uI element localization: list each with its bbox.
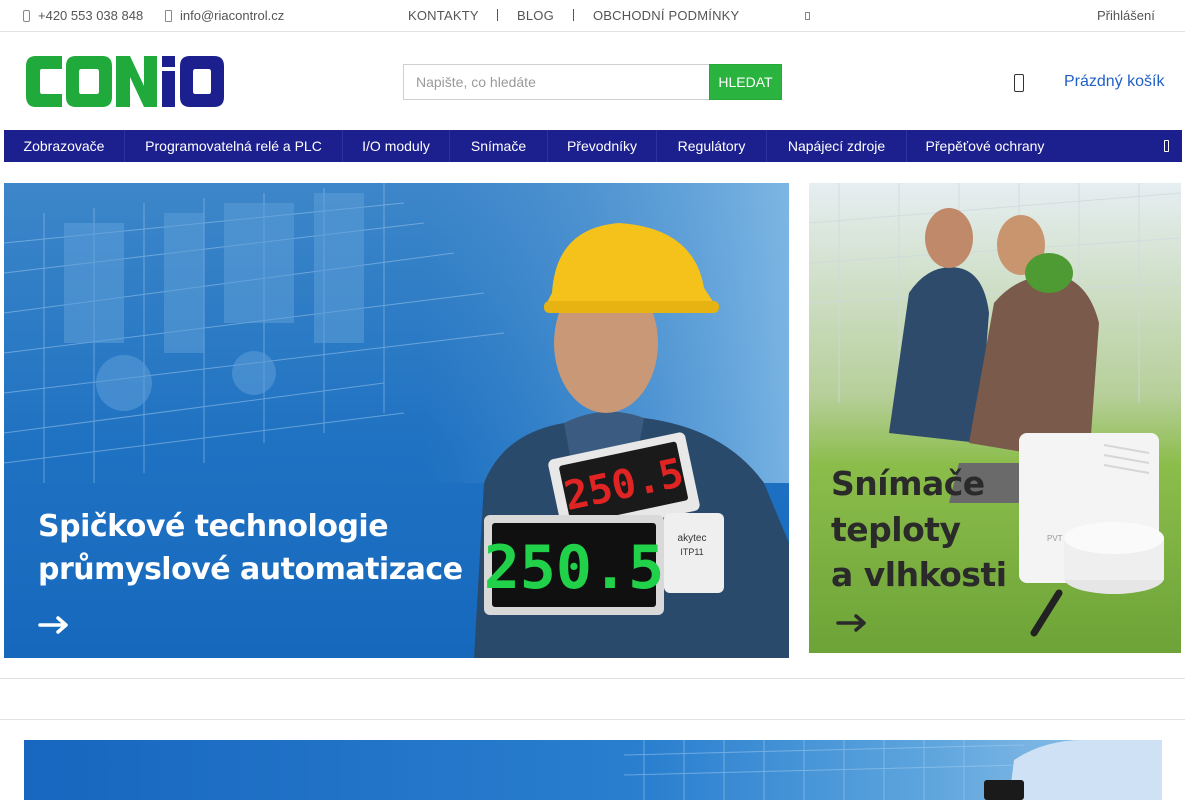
industrial-plant-image (24, 740, 1162, 800)
banner-main-title: Spičkové technologie průmyslové automati… (38, 505, 463, 591)
topbar-link-blog[interactable]: BLOG (517, 0, 554, 31)
nav-item-snimace[interactable]: Snímače (450, 130, 548, 162)
nav-item-zobrazovace[interactable]: Zobrazovače (4, 130, 125, 162)
arrow-right-icon (836, 614, 866, 632)
top-bar: +420 553 038 848 info@riacontrol.cz KONT… (0, 0, 1185, 32)
search-button[interactable]: HLEDAT (709, 64, 782, 100)
email-contact[interactable]: info@riacontrol.cz (165, 0, 284, 31)
search-bar: HLEDAT (403, 64, 782, 100)
cart-icon (1014, 74, 1024, 92)
banner-side-title-line3: a vlhkosti (831, 555, 1007, 595)
banner-side-title-line2: teploty (831, 509, 961, 549)
section-divider (0, 678, 1185, 720)
hero-banner-automation[interactable]: 250.5 250.5 akytec ITP11 Spičkové techno… (4, 183, 789, 658)
mail-icon (165, 9, 172, 22)
banner-side-title: Snímače teploty a vlhkosti (831, 461, 1007, 598)
device-brand-label: akytec (678, 533, 707, 544)
banner-main-title-line2: průmyslové automatizace (38, 552, 463, 588)
nav-more-button[interactable] (1150, 130, 1182, 162)
promo-banner-bottom[interactable] (24, 740, 1162, 800)
nav-item-regulatory[interactable]: Regulátory (657, 130, 767, 162)
menu-more-icon (1163, 140, 1169, 152)
topbar-separator (573, 9, 574, 21)
cart[interactable]: Prázdný košík (1014, 66, 1164, 98)
arrow-right-icon (38, 616, 68, 634)
phone-contact[interactable]: +420 553 038 848 (23, 0, 143, 31)
site-logo[interactable] (24, 50, 226, 111)
sensor-brand-label: PVT (1047, 534, 1063, 543)
nav-item-prepetove-ochrany[interactable]: Přepěťové ochrany (907, 130, 1063, 162)
email-address: info@riacontrol.cz (180, 8, 285, 23)
nav-item-io-moduly[interactable]: I/O moduly (343, 130, 450, 162)
language-icon[interactable] (805, 12, 810, 20)
device-model-label: ITP11 (680, 547, 703, 557)
nav-item-programovatelna-rele-plc[interactable]: Programovatelná relé a PLC (125, 130, 343, 162)
nav-item-napajeci-zdroje[interactable]: Napájecí zdroje (767, 130, 907, 162)
login-link[interactable]: Přihlášení (1097, 0, 1155, 31)
nav-item-prevodniky[interactable]: Převodníky (548, 130, 657, 162)
main-navigation: Zobrazovače Programovatelná relé a PLC I… (4, 130, 1182, 162)
banner-side-title-line1: Snímače (831, 464, 985, 503)
phone-number: +420 553 038 848 (38, 8, 144, 23)
topbar-link-kontakty[interactable]: KONTAKTY (408, 0, 479, 31)
conio-logo (26, 56, 224, 107)
cart-label: Prázdný košík (1064, 73, 1165, 90)
topbar-link-obchodni-podminky[interactable]: OBCHODNÍ PODMÍNKY (593, 0, 739, 31)
hero-banner-sensors[interactable]: PVT Snímače teploty a vlhkosti (809, 183, 1181, 653)
banner-main-title-line1: Spičkové technologie (38, 509, 389, 544)
device-green-display: 250.5 (484, 533, 665, 603)
topbar-separator (497, 9, 498, 21)
search-input[interactable] (403, 64, 709, 100)
phone-icon (23, 9, 30, 22)
